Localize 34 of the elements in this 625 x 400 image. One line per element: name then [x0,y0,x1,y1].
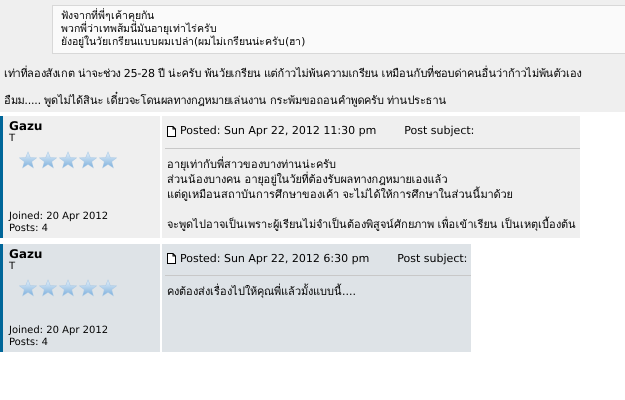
paragraph: อืมม..... พูดไม่ได้สินะ เดี๋ยวจะโดนผลทางกฎหมายเล่นงาน กระพ้มขอถอนคำพูดครับ ท่านประธาน [0,93,450,108]
document-icon [167,253,176,264]
username: Gazu [9,119,42,133]
post-text: ส่วนน้องบางคน อายุอยู่ในวัยที่ต้องรับผลทางกฎหมายเองแล้ว [167,172,448,186]
join-date: Joined: 20 Apr 2012 [9,210,108,222]
star-icon [19,151,37,169]
subject-label: Post subject: [397,250,468,266]
post-text: อายุเท่ากับพี่สาวของบางท่านน่ะครับ [167,156,336,172]
star-icon [99,278,117,296]
paragraph: เท่าที่ลองสังเกต น่าจะช่วง 25-28 ปี น่ะครับ พ้นวัยเกรียน แต่ก้าวไม่พ้นความเกรียน เหมือนกับที่ชอบด่าคนอื่นว่าก้าวไม่พ้นตัวเอง [3,66,582,81]
star-icon [19,278,37,296]
post-date: Posted: Sun Apr 22, 2012 11:30 pm [180,123,376,139]
star-icon [59,151,77,169]
star-icon [59,278,77,296]
quote-line: ฟังจากที่พี่ๆเค้าคุยกัน [61,10,154,22]
post-text: คงต้องส่งเรื่องไปให้คุณพี่แล้วมั้งแบบนี้.... [167,284,356,299]
post-text: จะพูดไปอาจเป็นเพราะผู้เรียนไม่จำเป็นต้องพิสูจน์ศักยภาพ เพื่อเข้าเรียน เป็นเหตุเบื้องต้น [167,216,576,232]
username: Gazu [9,246,42,260]
star-icon [99,151,117,169]
star-icon [39,278,57,296]
star-icon [39,151,57,169]
post-text: แต่ดูเหมือนสถาบันการศึกษาของเค้า จะไม่ได้ให้การศึกษาในส่วนนี้มาด้วย [167,186,512,202]
quote-line: พวกพี่ว่าเทพส้มนี่มันอายุเท่าไร่ครับ [61,23,217,36]
document-icon [167,126,176,137]
user-rank: T [9,133,16,145]
star-icon [79,151,97,169]
user-rank: T [9,260,16,272]
join-date: Joined: 20 Apr 2012 [9,324,108,336]
post-date: Posted: Sun Apr 22, 2012 6:30 pm [180,250,370,266]
star-icon [79,278,97,296]
subject-label: Post subject: [404,123,474,139]
post-count: Posts: 4 [9,336,48,348]
quote-line: ยังอยู่ในวัยเกรียนแบบผมเปล่า(ผมไม่เกรียนน่ะครับ(ฮา) [61,36,306,49]
post-count: Posts: 4 [9,222,48,234]
